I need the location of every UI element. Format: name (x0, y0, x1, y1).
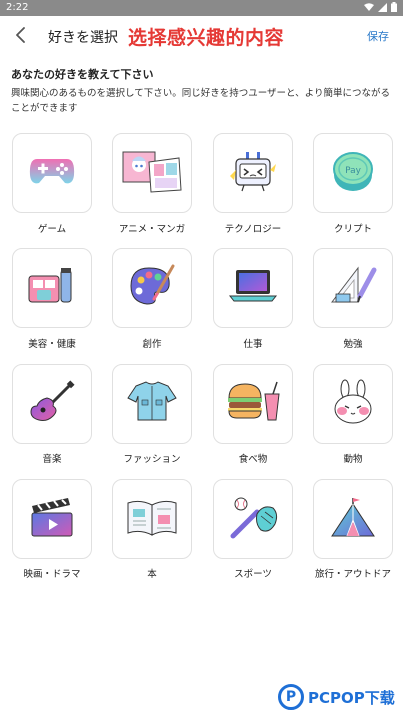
category-label: アニメ・マンガ (118, 224, 186, 235)
category-label: 動物 (343, 454, 363, 465)
category-label: 勉強 (343, 339, 363, 350)
category-tile-movies-drama[interactable] (12, 479, 92, 559)
category-tile-study[interactable] (313, 248, 393, 328)
category-tile-technology[interactable] (213, 133, 293, 213)
category-tile-books[interactable] (112, 479, 192, 559)
category-label: ゲーム (37, 224, 67, 235)
cosmetics-icon (27, 266, 77, 310)
category-label: スポーツ (234, 569, 272, 580)
category-label: 本 (147, 569, 157, 580)
app-bar: 好きを選択 选择感兴趣的内容 保存 (0, 16, 403, 56)
intro-description: 興味関心のあるものを選択して下さい。同じ好きを持つユーザーと、より簡単につながる… (11, 88, 390, 114)
category-label: 食べ物 (238, 454, 268, 465)
category-label: クリプト (333, 224, 372, 235)
wifi-icon (364, 2, 374, 15)
category-label: ファッション (123, 454, 181, 465)
tent-icon (328, 494, 378, 544)
category-label: 美容・健康 (28, 339, 76, 350)
crypto-coin-icon: Pay (330, 149, 376, 197)
study-tools-icon (328, 264, 378, 312)
intro-heading: あなたの好きを教えて下さい (11, 68, 154, 81)
animal-bunny-icon (330, 379, 376, 429)
watermark-logo: P PCPOP下载 (278, 684, 395, 710)
watermark-text: PCPOP下载 (308, 688, 395, 707)
category-tile-beauty-health[interactable] (12, 248, 92, 328)
category-tile-anime-manga[interactable] (112, 133, 192, 213)
signal-icon (378, 2, 387, 15)
category-label: 音楽 (42, 454, 62, 465)
category-label: 映画・ドラマ (23, 569, 81, 580)
category-label: 仕事 (243, 339, 263, 350)
category-tile-work[interactable] (213, 248, 293, 328)
category-label: 創作 (142, 339, 162, 350)
battery-icon (391, 2, 397, 15)
category-label: 旅行・アウトドア (314, 569, 391, 580)
category-tile-creation[interactable] (112, 248, 192, 328)
game-controller-icon (29, 155, 75, 191)
status-bar: 2:22 (0, 0, 403, 16)
technology-robot-icon (228, 150, 278, 196)
anime-manga-icon (121, 148, 183, 198)
category-tile-music[interactable] (12, 364, 92, 444)
palette-icon (127, 264, 177, 312)
category-tile-game[interactable] (12, 133, 92, 213)
page-title: 好きを選択 (48, 30, 118, 46)
category-tile-travel-outdoor[interactable] (313, 479, 393, 559)
guitar-icon (27, 380, 77, 428)
open-book-icon (124, 497, 180, 541)
overlay-caption: 选择感兴趣的内容 (128, 27, 285, 49)
category-tile-fashion[interactable] (112, 364, 192, 444)
category-label: テクノロジー (224, 224, 282, 235)
category-tile-animals[interactable] (313, 364, 393, 444)
food-icon (225, 380, 281, 428)
clapperboard-icon (28, 496, 76, 542)
watermark-letter: P (278, 684, 304, 710)
category-tile-sports[interactable] (213, 479, 293, 559)
svg-text:Pay: Pay (345, 166, 362, 176)
clothes-icon (124, 380, 180, 428)
system-icons (364, 2, 397, 15)
category-tile-crypto[interactable]: Pay (313, 133, 393, 213)
laptop-icon (228, 268, 278, 308)
category-tile-food[interactable] (213, 364, 293, 444)
baseball-icon (227, 494, 279, 544)
back-arrow-icon[interactable] (10, 24, 32, 46)
status-time: 2:22 (6, 2, 29, 13)
save-button[interactable]: 保存 (367, 28, 389, 44)
